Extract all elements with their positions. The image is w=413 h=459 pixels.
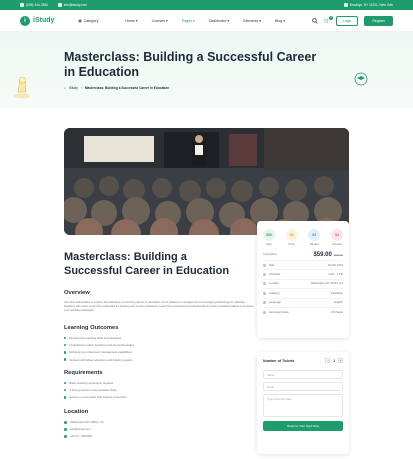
- home-icon: ⌂: [64, 86, 66, 90]
- breadcrumb: ⌂ iStudy › Masterclass: Building a Succe…: [64, 86, 169, 90]
- contact-email[interactable]: info@istudy.com: [57, 3, 87, 8]
- comment-textarea[interactable]: Type Comment Here: [263, 394, 343, 417]
- tickets-label: Number of Tickets: [263, 358, 295, 363]
- graduation-cap-icon: [354, 72, 368, 86]
- location-pin-icon: [263, 282, 266, 286]
- location-address: Washington DC 20001, US: [64, 420, 103, 424]
- location-phone[interactable]: +00 23 - 4567890: [64, 434, 103, 438]
- event-feature-image: [64, 128, 349, 235]
- mail-icon: [64, 427, 67, 431]
- increment-button[interactable]: +: [338, 358, 343, 363]
- main-navigation: i iStudy ▦ Category Home ▾ Courses ▾ Pages…: [0, 10, 413, 32]
- grid-icon: ▦: [78, 18, 82, 23]
- seat-icon: [263, 311, 266, 315]
- overview-text: Join this masterclass to explore the pat…: [64, 300, 254, 313]
- reserve-button[interactable]: Reserve Your Spot Now: [263, 421, 343, 431]
- mail-icon: [57, 3, 62, 8]
- event-title: Masterclass: Building a Successful Caree…: [64, 251, 230, 277]
- category-menu[interactable]: ▦ Category: [78, 19, 98, 23]
- location-pin-icon: [64, 420, 67, 424]
- list-item: Network with fellow educators and indust…: [64, 358, 134, 362]
- cart-icon[interactable]: 🛒 0: [324, 15, 334, 24]
- requirements-list: Basic teaching experience required A str…: [64, 381, 126, 403]
- countdown-minutes: 02 Minutes: [308, 229, 321, 246]
- location-pin-icon: [343, 3, 348, 8]
- quantity-stepper[interactable]: − 1 +: [325, 358, 343, 363]
- outcomes-heading: Learning Outcomes: [64, 325, 119, 331]
- detail-date: Date 20 Mar 2024: [263, 261, 343, 271]
- top-bar: (505) 444-7880 info@istudy.com Brooklyn,…: [0, 0, 413, 10]
- countdown-days: 200 Days: [263, 229, 275, 246]
- countdown-hours: 03 Hours: [285, 229, 298, 246]
- list-item: Access to a computer with internet conne…: [64, 395, 126, 399]
- breadcrumb-current: Masterclass: Building a Successful Caree…: [84, 86, 170, 90]
- decrement-button[interactable]: −: [325, 358, 331, 363]
- list-item: Enhance your classroom management capabi…: [64, 350, 134, 354]
- countdown: 200 Days 03 Hours 02 Minutes 04 Seconds: [263, 221, 343, 246]
- location-heading: Location: [64, 409, 89, 415]
- page-header: Masterclass: Building a Successful Caree…: [0, 32, 413, 108]
- countdown-seconds: 04 Seconds: [330, 229, 343, 246]
- phone-icon: [64, 434, 67, 438]
- contact-phone[interactable]: (505) 444-7880: [20, 3, 48, 8]
- contact-address: Brooklyn, NY 11221, New York: [343, 3, 393, 8]
- menu-elements[interactable]: Elements ▾: [243, 19, 261, 23]
- clock-icon: [263, 273, 266, 277]
- old-price: $99.00: [333, 252, 343, 257]
- overview-heading: Overview: [64, 290, 90, 296]
- menu-home[interactable]: Home ▾: [125, 19, 137, 23]
- location-email[interactable]: info@istudy.com: [64, 427, 103, 431]
- lightbulb-icon: [14, 76, 30, 99]
- list-item: Basic teaching experience required: [64, 381, 126, 385]
- detail-language: Language English: [263, 299, 343, 308]
- list-item: A strong interest in the education field: [64, 388, 126, 392]
- calendar-icon: [263, 263, 266, 267]
- globe-icon: [263, 301, 266, 305]
- menu-blog[interactable]: Blog ▾: [275, 19, 285, 23]
- breadcrumb-separator: ›: [80, 86, 82, 90]
- requirements-heading: Requirements: [64, 370, 103, 376]
- site-logo[interactable]: i iStudy: [20, 15, 54, 26]
- name-input[interactable]: Name: [263, 370, 343, 379]
- detail-seats: Estimated Seats 150 Seats: [263, 308, 343, 317]
- outcomes-list: Develop key teaching skills and strategi…: [64, 336, 134, 365]
- detail-location: Location Washington DC 20001, US: [263, 280, 343, 290]
- list-item: Understand modern teaching tools and tec…: [64, 343, 134, 347]
- breadcrumb-home[interactable]: iStudy: [69, 86, 78, 90]
- location-list: Washington DC 20001, US info@istudy.com …: [64, 420, 103, 442]
- phone-icon: [20, 3, 24, 8]
- login-button[interactable]: Login: [336, 15, 359, 26]
- detail-category: Category Education: [263, 289, 343, 299]
- logo-icon: i: [20, 15, 30, 26]
- detail-schedule: Schedule 3 AM - 7 PM: [263, 270, 343, 280]
- email-input[interactable]: Email: [263, 382, 343, 391]
- reservation-form: Number of Tickets − 1 + Name Email Type …: [257, 352, 349, 454]
- ticket-price-row: Ticket Price $59.00 $99.00: [263, 249, 343, 261]
- menu-dashboard[interactable]: Dashboard ▾: [209, 19, 229, 23]
- tag-icon: [263, 291, 266, 295]
- event-info-card: 200 Days 03 Hours 02 Minutes 04 Seconds Tick…: [257, 221, 349, 338]
- menu-pages[interactable]: Pages ▾: [182, 19, 195, 23]
- search-icon[interactable]: [312, 17, 318, 24]
- list-item: Develop key teaching skills and strategi…: [64, 336, 134, 340]
- register-button[interactable]: Register: [364, 15, 393, 26]
- page-title: Masterclass: Building a Successful Caree…: [64, 50, 317, 80]
- menu-courses[interactable]: Courses ▾: [152, 19, 168, 23]
- ticket-price: $59.00: [313, 251, 332, 258]
